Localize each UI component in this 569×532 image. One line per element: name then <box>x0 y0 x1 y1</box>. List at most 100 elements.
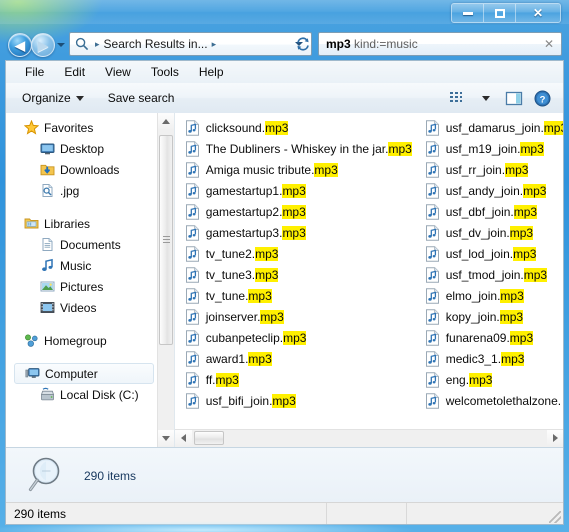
file-list-item[interactable]: usf_andy_join.mp3 <box>415 180 563 201</box>
file-list-item[interactable]: tv_tune.mp3 <box>175 285 415 306</box>
scrollbar-thumb[interactable] <box>193 431 224 445</box>
file-list-item[interactable]: The Dubliners - Whiskey in the jar.mp3 <box>175 138 415 159</box>
search-match-highlight: mp3 <box>248 288 272 303</box>
file-list-item[interactable]: ff.mp3 <box>175 369 415 390</box>
forward-button[interactable]: ▶ <box>31 33 55 57</box>
chevron-left-icon <box>180 434 186 442</box>
search-match-highlight: mp3 <box>543 120 563 135</box>
music-file-icon <box>425 287 440 304</box>
file-list-item[interactable]: elmo_join.mp3 <box>415 285 563 306</box>
file-name-label: funarena09.mp3 <box>445 330 534 345</box>
sidebar-item-jpg-search[interactable]: .jpg <box>6 180 158 201</box>
scrollbar-thumb[interactable] <box>158 135 173 345</box>
file-list-pane: clicksound.mp3 The Dubliners - Whiskey in… <box>174 113 563 447</box>
maximize-icon <box>494 8 505 18</box>
file-list-item[interactable]: usf_m19_join.mp3 <box>415 138 563 159</box>
help-button[interactable]: ? <box>529 87 555 109</box>
sidebar-item-label: Homegroup <box>44 333 107 348</box>
close-button[interactable]: ✕ <box>516 4 560 22</box>
view-dropdown-button[interactable] <box>473 87 499 109</box>
menu-help[interactable]: Help <box>190 63 233 81</box>
file-list-item[interactable]: gamestartup3.mp3 <box>175 222 415 243</box>
clear-search-icon[interactable]: ✕ <box>544 38 554 50</box>
file-list-item[interactable]: usf_dbf_join.mp3 <box>415 201 563 222</box>
search-match-highlight: mp3 <box>388 141 412 156</box>
sidebar-item-videos[interactable]: Videos <box>6 297 158 318</box>
search-match-highlight: mp3 <box>272 393 296 408</box>
scroll-up-button[interactable] <box>157 113 174 130</box>
breadcrumb-current[interactable]: Search Results in... <box>104 37 208 51</box>
music-file-icon <box>425 140 440 157</box>
scroll-left-button[interactable] <box>174 430 192 446</box>
file-list-item[interactable]: usf_lod_join.mp3 <box>415 243 563 264</box>
save-search-button[interactable]: Save search <box>100 87 183 109</box>
sidebar-item-homegroup[interactable]: Homegroup <box>6 330 158 351</box>
scroll-down-button[interactable] <box>157 430 174 447</box>
sidebar-item-label: Pictures <box>60 279 104 294</box>
sidebar-item-pictures[interactable]: Pictures <box>6 276 158 297</box>
sidebar-item-local-disk[interactable]: Local Disk (C:) <box>6 384 158 405</box>
file-list-item[interactable]: eng.mp3 <box>415 369 563 390</box>
file-list-item[interactable]: usf_dv_join.mp3 <box>415 222 563 243</box>
sidebar-item-label: Music <box>60 258 92 273</box>
file-list-item[interactable]: medic3_1.mp3 <box>415 348 563 369</box>
music-file-icon <box>185 350 200 367</box>
search-term: mp3 <box>326 37 351 51</box>
homegroup-icon <box>24 333 39 348</box>
file-list-item[interactable]: clicksound.mp3 <box>175 117 415 138</box>
organize-button[interactable]: Organize <box>14 87 92 109</box>
sidebar-item-desktop[interactable]: Desktop <box>6 138 158 159</box>
address-bar[interactable]: ▸ Search Results in... ▸ <box>69 32 312 56</box>
back-arrow-icon: ◀ <box>15 37 25 53</box>
menu-edit[interactable]: Edit <box>55 63 94 81</box>
file-list-item[interactable]: cubanpeteclip.mp3 <box>175 327 415 348</box>
minimize-icon <box>462 11 473 15</box>
file-list-item[interactable]: gamestartup1.mp3 <box>175 180 415 201</box>
file-list-item[interactable]: usf_tmod_join.mp3 <box>415 264 563 285</box>
music-file-icon <box>425 266 440 283</box>
navigation-pane-scrollbar[interactable] <box>156 113 174 447</box>
sidebar-item-favorites[interactable]: Favorites <box>6 117 158 138</box>
file-name-label: gamestartup2.mp3 <box>205 204 306 219</box>
search-box[interactable]: mp3 kind:=music ✕ <box>318 32 562 56</box>
search-match-highlight: mp3 <box>283 330 307 345</box>
recent-pages-dropdown[interactable] <box>55 39 66 50</box>
sidebar-item-libraries[interactable]: Libraries <box>6 213 158 234</box>
search-match-highlight: mp3 <box>523 267 548 282</box>
resize-grip-icon[interactable] <box>549 511 561 523</box>
sidebar-item-label: Videos <box>60 300 97 315</box>
minimize-button[interactable] <box>452 4 484 22</box>
maximize-button[interactable] <box>484 4 516 22</box>
file-list-horizontal-scrollbar[interactable] <box>174 429 563 447</box>
file-list-item[interactable]: kopy_join.mp3 <box>415 306 563 327</box>
file-list-item[interactable]: gamestartup2.mp3 <box>175 201 415 222</box>
music-file-icon <box>185 266 200 283</box>
file-list-item[interactable]: tv_tune2.mp3 <box>175 243 415 264</box>
menu-tools[interactable]: Tools <box>142 63 188 81</box>
preview-pane-button[interactable] <box>501 87 527 109</box>
file-list-item[interactable]: usf_damarus_join.mp3 <box>415 117 563 138</box>
menu-view[interactable]: View <box>96 63 140 81</box>
refresh-button[interactable] <box>292 33 314 55</box>
search-match-highlight: mp3 <box>248 351 272 366</box>
file-list-item[interactable]: award1.mp3 <box>175 348 415 369</box>
sidebar-item-documents[interactable]: Documents <box>6 234 158 255</box>
file-list-item[interactable]: joinserver.mp3 <box>175 306 415 327</box>
file-list-item[interactable]: usf_bifi_join.mp3 <box>175 390 415 411</box>
chevron-up-icon <box>161 119 170 124</box>
sidebar-item-music[interactable]: Music <box>6 255 158 276</box>
file-list-item[interactable]: usf_rr_join.mp3 <box>415 159 563 180</box>
back-button[interactable]: ◀ <box>8 33 32 57</box>
sidebar-item-computer[interactable]: Computer <box>14 363 154 384</box>
file-list-item[interactable]: funarena09.mp3 <box>415 327 563 348</box>
menu-file[interactable]: File <box>16 63 53 81</box>
file-name-label: usf_dv_join.mp3 <box>445 225 534 240</box>
breadcrumb-separator-2[interactable]: ▸ <box>212 39 217 50</box>
file-list-item[interactable]: tv_tune3.mp3 <box>175 264 415 285</box>
file-list-item[interactable]: welcometolethalzone. <box>415 390 563 411</box>
file-name-label: tv_tune3.mp3 <box>205 267 279 282</box>
sidebar-item-downloads[interactable]: Downloads <box>6 159 158 180</box>
file-list-item[interactable]: Amiga music tribute.mp3 <box>175 159 415 180</box>
scroll-right-button[interactable] <box>546 430 563 446</box>
change-view-button[interactable] <box>445 87 471 109</box>
